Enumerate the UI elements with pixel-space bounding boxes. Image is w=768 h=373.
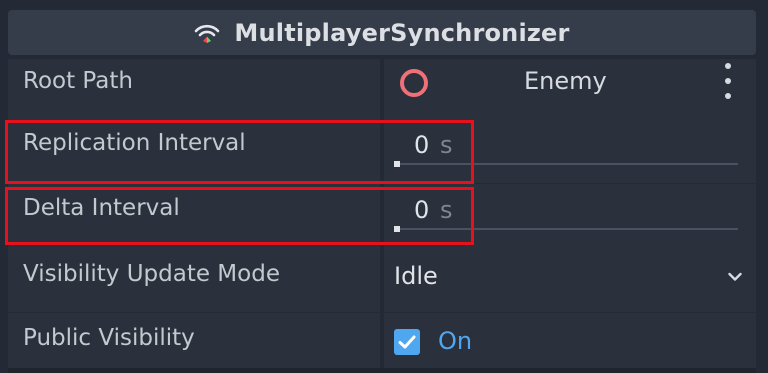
visibility-update-mode-selected[interactable]: Idle [394,262,438,290]
node-circle-icon [400,69,428,97]
inspector-panel: MultiplayerSynchronizer Root Path Enemy … [0,0,768,373]
highlight-box-delta-interval [5,187,474,245]
property-public-visibility: Public Visibility On [8,313,756,368]
root-path-node-name[interactable]: Enemy [524,67,607,95]
public-visibility-label: Public Visibility [23,325,195,351]
header-title: MultiplayerSynchronizer [234,18,570,47]
visibility-update-mode-label: Visibility Update Mode [23,261,280,287]
public-visibility-state[interactable]: On [438,327,472,355]
node-header: MultiplayerSynchronizer [8,10,756,55]
wifi-signal-icon [195,24,220,43]
property-root-path: Root Path Enemy [8,59,756,123]
public-visibility-toggle[interactable]: On [384,313,756,368]
property-visibility-update-mode: Visibility Update Mode Idle [8,248,756,312]
root-path-label: Root Path [23,68,133,94]
root-path-value[interactable]: Enemy [384,59,756,123]
checkmark-icon [398,335,416,349]
public-visibility-checkbox[interactable] [394,329,420,355]
panel-bottom-edge [8,368,756,373]
highlight-box-replication-interval [5,120,474,184]
chevron-down-icon[interactable] [728,272,742,282]
kebab-menu-icon[interactable] [723,63,733,99]
visibility-update-mode-dropdown[interactable]: Idle [384,248,756,312]
